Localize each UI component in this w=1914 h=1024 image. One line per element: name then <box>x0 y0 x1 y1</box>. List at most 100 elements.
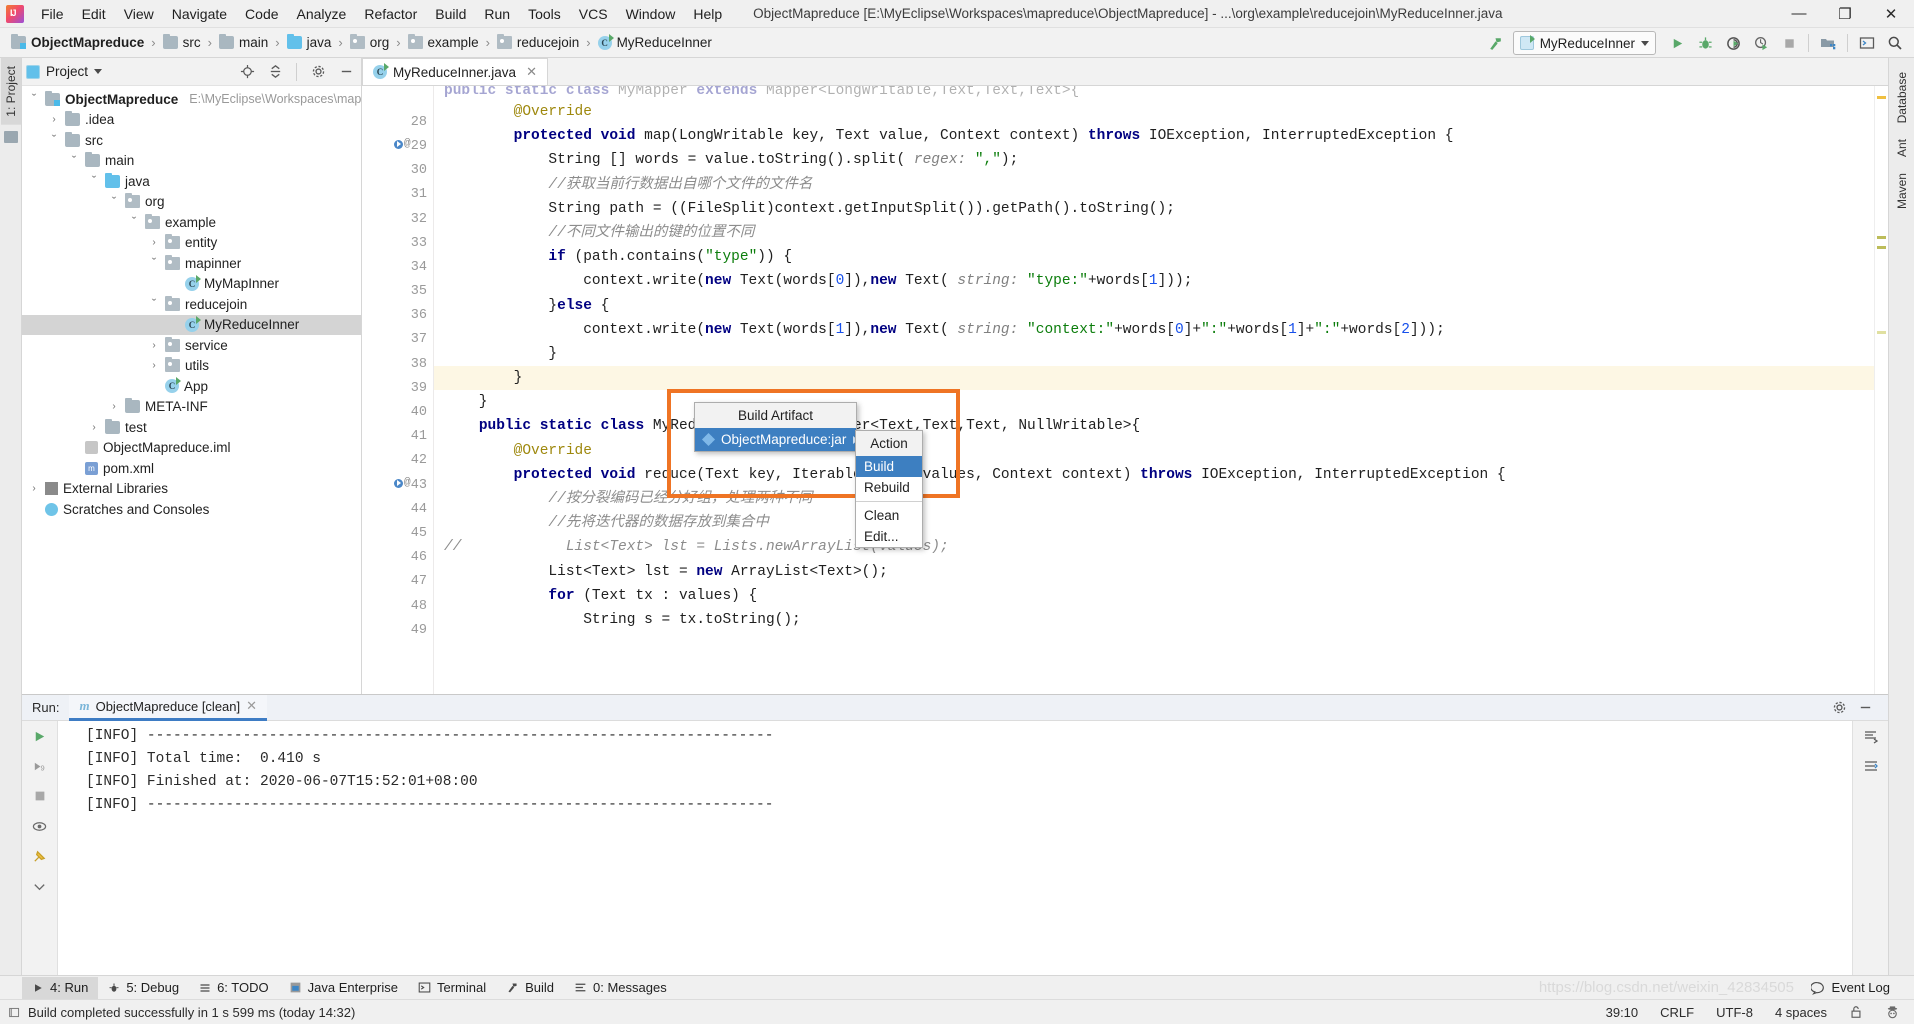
code-line-28[interactable]: @Override <box>434 100 1874 124</box>
breadcrumb-example[interactable]: example <box>405 33 482 52</box>
locate-icon[interactable] <box>236 61 258 83</box>
bottom-tab-todo[interactable]: 6: TODO <box>189 977 279 999</box>
chevron-right-icon[interactable]: › <box>108 401 120 412</box>
tree-item-src[interactable]: ˇ src <box>22 130 361 151</box>
indent-setting[interactable]: 4 spaces <box>1775 1005 1827 1020</box>
tree-item-main[interactable]: ˇ main <box>22 151 361 172</box>
close-icon[interactable]: ✕ <box>246 698 257 714</box>
breadcrumb-src[interactable]: src <box>160 33 204 52</box>
gutter-line-40[interactable]: 40 <box>362 400 433 424</box>
stop-icon[interactable] <box>1776 31 1802 55</box>
gutter-line-46[interactable]: 46 <box>362 546 433 570</box>
code-line-42[interactable]: @Override <box>434 439 1874 463</box>
tree-item-objectmapreduce-iml[interactable]: ObjectMapreduce.iml <box>22 438 361 459</box>
code-line-40[interactable]: } <box>434 390 1874 414</box>
gutter-line-39[interactable]: 39 <box>362 376 433 400</box>
build-artifact-popup[interactable]: Build Artifact ObjectMapreduce:jar <box>694 402 859 452</box>
gutter-line-33[interactable]: 33 <box>362 231 433 255</box>
override-gutter-icon[interactable]: @ <box>404 138 411 150</box>
gear-icon[interactable] <box>307 61 329 83</box>
code-line-49[interactable]: String s = tx.toString(); <box>434 608 1874 632</box>
override-gutter-icon[interactable]: @ <box>404 477 411 489</box>
code-line-30[interactable]: String [] words = value.toString().split… <box>434 148 1874 172</box>
gutter-line-38[interactable]: 38 <box>362 352 433 376</box>
menu-run[interactable]: Run <box>475 2 519 26</box>
code-line-35[interactable]: context.write(new Text(words[0]),new Tex… <box>434 269 1874 293</box>
gutter-line-34[interactable]: 34 <box>362 255 433 279</box>
code-line-47[interactable]: List<Text> lst = new ArrayList<Text>(); <box>434 560 1874 584</box>
sidebar-tab-project[interactable]: 1: Project <box>0 58 21 125</box>
tree-item-utils[interactable]: › utils <box>22 356 361 377</box>
code-line-46[interactable]: // List<Text> lst = Lists.newArrayList(v… <box>434 535 1874 559</box>
close-icon[interactable]: ✕ <box>522 64 537 80</box>
chevron-down-icon[interactable]: ˇ <box>128 215 140 228</box>
project-structure-icon[interactable] <box>1815 31 1841 55</box>
code-line-38[interactable]: } <box>434 342 1874 366</box>
search-icon[interactable] <box>1882 31 1908 55</box>
terminal-icon[interactable] <box>1854 31 1880 55</box>
tree-item-external-libraries[interactable]: › External Libraries <box>22 479 361 500</box>
gutter-line-45[interactable]: 45 <box>362 521 433 545</box>
run-icon[interactable] <box>1664 31 1690 55</box>
bottom-tab-messages[interactable]: 0: Messages <box>564 977 677 999</box>
chevron-down-icon[interactable]: ˇ <box>108 195 120 208</box>
gutter-line-31[interactable]: 31 <box>362 183 433 207</box>
code-line-48[interactable]: for (Text tx : values) { <box>434 584 1874 608</box>
menu-item-objectmapreduce-jar[interactable]: ObjectMapreduce:jar <box>695 428 859 451</box>
menu-view[interactable]: View <box>115 2 163 26</box>
debug-icon[interactable] <box>1692 31 1718 55</box>
pin-icon[interactable] <box>31 847 49 865</box>
chevron-down-icon[interactable]: ˇ <box>148 297 160 310</box>
stop-icon[interactable] <box>31 787 49 805</box>
tree-item-test[interactable]: › test <box>22 417 361 438</box>
gutter-line-44[interactable]: 44 <box>362 497 433 521</box>
chevron-right-icon[interactable]: › <box>48 114 60 125</box>
caret-position[interactable]: 39:10 <box>1606 1005 1639 1020</box>
menu-edit[interactable]: Edit <box>73 2 115 26</box>
bottom-tab-java-enterprise[interactable]: Java Enterprise <box>279 977 408 999</box>
gutter-line-32[interactable]: 32 <box>362 207 433 231</box>
code-line-45[interactable]: //先将迭代器的数据存放到集合中 <box>434 511 1874 535</box>
sidebar-tab-database[interactable]: Database <box>1892 64 1912 131</box>
soft-wrap-icon[interactable] <box>1862 757 1880 775</box>
menu-item-clean[interactable]: Clean <box>856 505 922 526</box>
sidebar-tab-ant[interactable]: Ant <box>1892 131 1912 165</box>
run-configuration-selector[interactable]: MyReduceInner <box>1512 31 1656 55</box>
tree-item-scratches-and-consoles[interactable]: Scratches and Consoles <box>22 499 361 520</box>
menu-item-build[interactable]: Build <box>856 456 922 477</box>
bottom-tab-run[interactable]: 4: Run <box>22 976 99 999</box>
code-line-36[interactable]: }else { <box>434 294 1874 318</box>
hide-panel-icon[interactable] <box>335 61 357 83</box>
close-button[interactable]: ✕ <box>1868 0 1914 28</box>
code-line-29[interactable]: protected void map(LongWritable key, Tex… <box>434 124 1874 148</box>
chevron-down-icon[interactable]: ˇ <box>28 92 40 105</box>
tree-item-org[interactable]: ˇ org <box>22 192 361 213</box>
gutter-line-48[interactable]: 48 <box>362 594 433 618</box>
tree-item-objectmapreduce[interactable]: ˇ ObjectMapreduce E:\MyEclipse\Workspaces\… <box>22 89 361 110</box>
menu-vcs[interactable]: VCS <box>570 2 617 26</box>
bottom-tab-debug[interactable]: 5: Debug <box>98 977 189 999</box>
menu-item-edit[interactable]: Edit... <box>856 526 922 547</box>
breadcrumb-org[interactable]: org <box>347 33 393 52</box>
bottom-tab-terminal[interactable]: Terminal <box>408 977 496 999</box>
profiler-icon[interactable] <box>1748 31 1774 55</box>
gutter-line-41[interactable]: 41 <box>362 425 433 449</box>
chevron-right-icon[interactable]: › <box>28 483 40 494</box>
chevron-down-icon[interactable] <box>94 69 103 74</box>
line-separator[interactable]: CRLF <box>1660 1005 1694 1020</box>
chevron-down-icon[interactable]: ˇ <box>88 174 100 187</box>
more-icon[interactable] <box>31 877 49 895</box>
maximize-button[interactable]: ❐ <box>1822 0 1868 28</box>
gutter-line-27[interactable] <box>362 86 433 110</box>
menu-refactor[interactable]: Refactor <box>355 2 426 26</box>
eye-icon[interactable] <box>31 817 49 835</box>
menu-item-rebuild[interactable]: Rebuild <box>856 477 922 498</box>
tree-item-meta-inf[interactable]: › META-INF <box>22 397 361 418</box>
event-log-button[interactable]: Event Log <box>1801 977 1900 999</box>
encoding[interactable]: UTF-8 <box>1716 1005 1753 1020</box>
run-tab-objectmapreduce-clean[interactable]: m ObjectMapreduce [clean] ✕ <box>69 694 268 721</box>
tree-item-mymapinner[interactable]: C MyMapInner <box>22 274 361 295</box>
breadcrumb-java[interactable]: java <box>284 33 335 52</box>
scroll-to-end-icon[interactable] <box>1862 727 1880 745</box>
tree-item-app[interactable]: C App <box>22 376 361 397</box>
